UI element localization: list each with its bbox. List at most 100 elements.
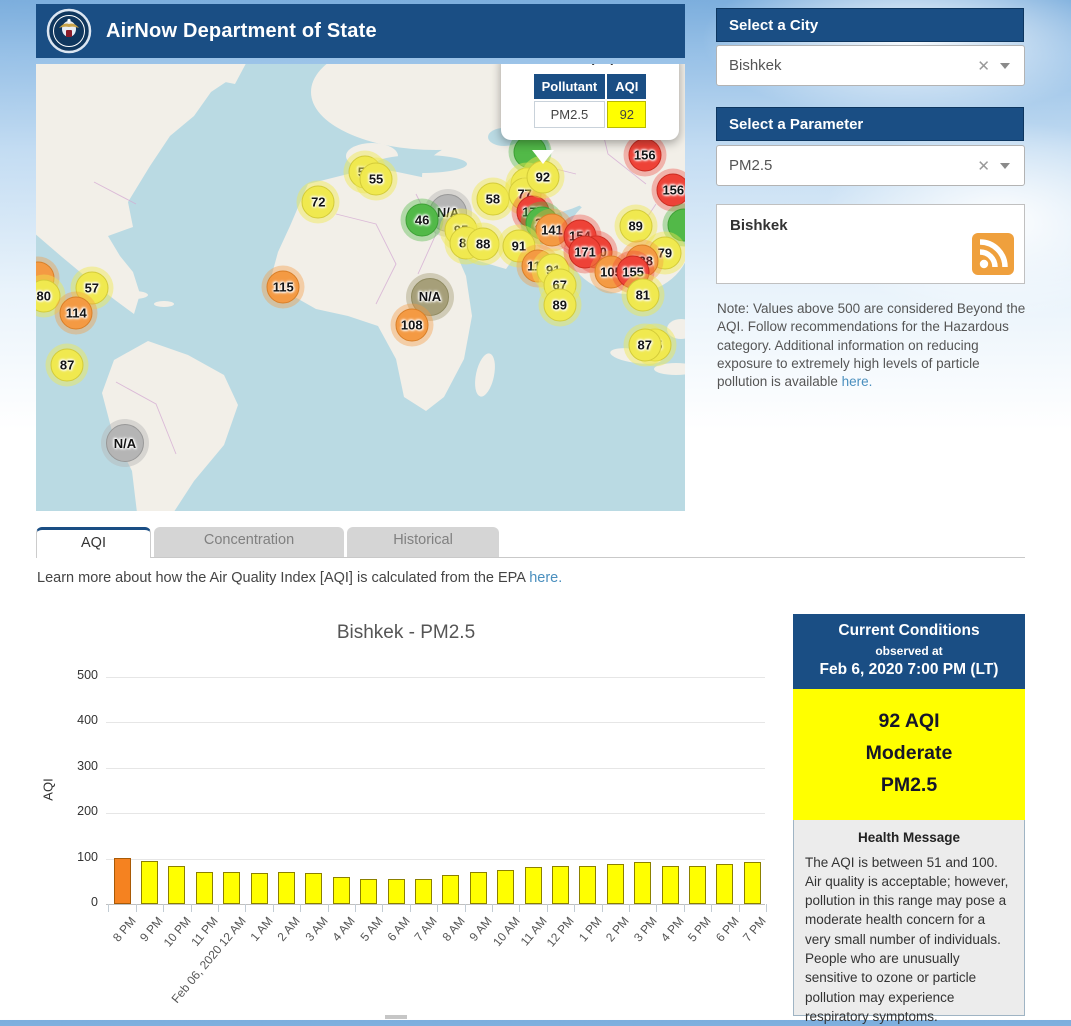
- chart-bar: [607, 864, 624, 904]
- tooltip-aqi-header: AQI: [607, 74, 646, 99]
- x-axis-tick: [766, 904, 767, 912]
- x-axis-tick: [410, 904, 411, 912]
- app-header: AirNow Department of State: [36, 4, 685, 58]
- parameter-select[interactable]: PM2.5 ✕: [716, 145, 1025, 186]
- chart-bar: [497, 870, 514, 904]
- parameter-select-value: PM2.5: [717, 157, 967, 174]
- aqi-status-badge: 92 AQI Moderate PM2.5: [793, 689, 1025, 820]
- tooltip-table: Pollutant AQI PM2.5 92: [532, 72, 649, 130]
- clear-city-icon[interactable]: ✕: [967, 57, 1000, 75]
- gridline: [106, 677, 765, 678]
- map-marker[interactable]: 87: [628, 329, 661, 362]
- dos-seal-icon: [46, 8, 92, 54]
- x-axis-tick: [547, 904, 548, 912]
- feed-city-title: Bishkek: [717, 205, 1024, 234]
- health-message-text: The AQI is between 51 and 100. Air quali…: [805, 853, 1013, 1026]
- chart-bar: [552, 866, 569, 904]
- x-axis-tick: [574, 904, 575, 912]
- chart-bar: [114, 858, 131, 904]
- map-marker[interactable]: 72: [302, 186, 335, 219]
- chart-bar: [579, 866, 596, 904]
- x-axis-tick: [163, 904, 164, 912]
- x-axis-tick: [711, 904, 712, 912]
- x-axis-tick: [300, 904, 301, 912]
- map-marker[interactable]: 92: [526, 161, 559, 194]
- map-marker[interactable]: 115: [267, 271, 300, 304]
- note-here-link[interactable]: here.: [842, 374, 873, 389]
- city-select[interactable]: Bishkek ✕: [716, 45, 1025, 86]
- tab-historical[interactable]: Historical: [347, 527, 499, 557]
- x-axis-tick: [218, 904, 219, 912]
- x-axis-tick: [739, 904, 740, 912]
- chevron-down-icon[interactable]: [1000, 163, 1010, 169]
- chart-bar: [251, 873, 268, 904]
- x-axis-tick: [492, 904, 493, 912]
- y-axis-tick-label: 400: [54, 713, 98, 727]
- y-axis-tick-label: 0: [54, 895, 98, 909]
- x-axis-tick: [382, 904, 383, 912]
- y-axis-tick-label: 100: [54, 850, 98, 864]
- chart-bar: [716, 864, 733, 904]
- chevron-down-icon[interactable]: [1000, 63, 1010, 69]
- map-marker[interactable]: 81: [626, 279, 659, 312]
- x-axis-tick: [191, 904, 192, 912]
- aqi-parameter-line: PM2.5: [793, 769, 1025, 801]
- tab-aqi[interactable]: AQI: [36, 527, 151, 558]
- rss-icon[interactable]: [972, 233, 1014, 275]
- x-axis-tick: [437, 904, 438, 912]
- tooltip-aqi-value: 92: [607, 101, 646, 128]
- chart-bar: [415, 879, 432, 904]
- map-marker[interactable]: 89: [543, 288, 576, 321]
- x-axis-tick: [602, 904, 603, 912]
- gridline: [106, 768, 765, 769]
- chart-bar: [662, 866, 679, 904]
- map-marker[interactable]: 114: [60, 296, 93, 329]
- aqi-value-line: 92 AQI: [793, 705, 1025, 737]
- map-marker[interactable]: N/A: [106, 424, 144, 462]
- current-conditions-header: Current Conditions observed at Feb 6, 20…: [793, 614, 1025, 689]
- map-marker[interactable]: 89: [619, 209, 652, 242]
- map-marker[interactable]: 156: [657, 174, 685, 207]
- beyond-aqi-note: Note: Values above 500 are considered Be…: [717, 300, 1029, 392]
- map-tooltip: PM (LT) Pollutant AQI PM2.5 92: [501, 64, 679, 140]
- world-aqi-map[interactable]: 805711487115725555N/A4695808858N/A108827…: [36, 64, 685, 511]
- y-axis-tick-label: 300: [54, 759, 98, 773]
- map-marker[interactable]: 55: [360, 162, 393, 195]
- chart-bar: [223, 872, 240, 904]
- select-parameter-header: Select a Parameter: [716, 107, 1024, 141]
- y-axis-tick-label: 500: [54, 668, 98, 682]
- city-select-value: Bishkek: [717, 57, 967, 74]
- x-axis-tick: [684, 904, 685, 912]
- x-axis-tick: [355, 904, 356, 912]
- chart-bar: [634, 862, 651, 904]
- current-conditions-panel: Current Conditions observed at Feb 6, 20…: [793, 614, 1025, 1012]
- health-message-title: Health Message: [805, 830, 1013, 845]
- map-marker[interactable]: 46: [406, 204, 439, 237]
- observed-time: Feb 6, 2020 7:00 PM (LT): [797, 661, 1021, 679]
- clear-parameter-icon[interactable]: ✕: [967, 157, 1000, 175]
- chart-bar: [305, 873, 322, 904]
- tooltip-arrow: [532, 150, 554, 164]
- learn-more-here-link[interactable]: here.: [529, 570, 562, 586]
- chart-bar: [278, 872, 295, 904]
- tab-concentration[interactable]: Concentration: [154, 527, 344, 557]
- tooltip-pollutant-value: PM2.5: [534, 101, 606, 128]
- tooltip-pollutant-header: Pollutant: [534, 74, 606, 99]
- tooltip-clipped-title: PM (LT): [511, 64, 669, 68]
- gridline: [106, 859, 765, 860]
- map-marker[interactable]: 88: [467, 228, 500, 261]
- current-conditions-title: Current Conditions: [797, 622, 1021, 640]
- y-axis-tick-label: 200: [54, 804, 98, 818]
- aqi-bar-chart: Bishkek - PM2.5 AQI 01002003004005008 PM…: [36, 612, 781, 1017]
- map-marker[interactable]: 156: [628, 139, 661, 172]
- chart-bar: [525, 867, 542, 904]
- gridline: [106, 904, 765, 905]
- select-city-header: Select a City: [716, 8, 1024, 42]
- chart-bar: [196, 872, 213, 904]
- chart-bar: [689, 866, 706, 904]
- map-marker[interactable]: 58: [476, 182, 509, 215]
- map-marker[interactable]: 108: [395, 309, 428, 342]
- gridline: [106, 722, 765, 723]
- map-marker[interactable]: 87: [51, 348, 84, 381]
- chart-bar: [360, 879, 377, 904]
